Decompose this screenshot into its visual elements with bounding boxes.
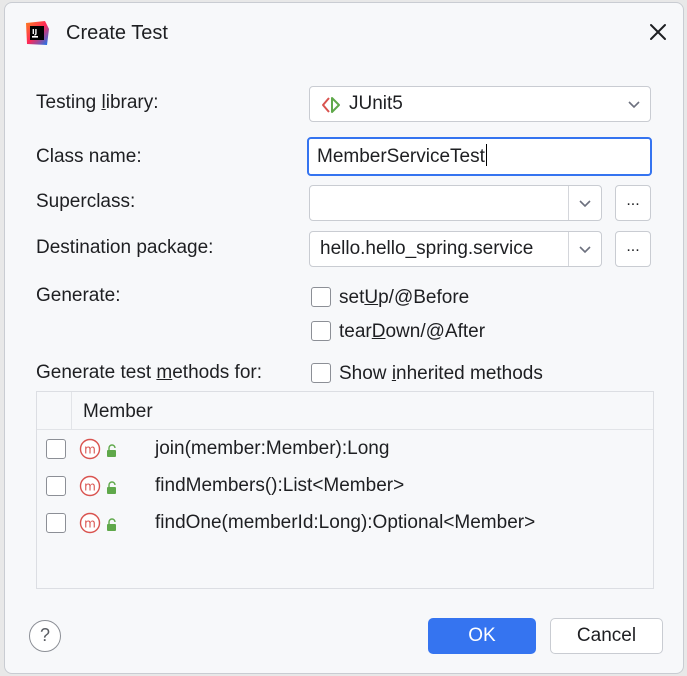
chevron-down-icon: [626, 97, 642, 113]
class-name-label: Class name:: [36, 146, 142, 167]
teardown-after-label[interactable]: tearDown/@After: [339, 321, 485, 343]
class-name-value: MemberServiceTest: [317, 146, 485, 167]
chevron-down-icon[interactable]: [577, 196, 593, 212]
junit-icon: [320, 96, 344, 114]
destination-package-browse-button[interactable]: ...: [615, 231, 651, 267]
superclass-label: Superclass:: [36, 191, 136, 212]
methods-table: Member m join(member:Member):Long m find…: [36, 391, 654, 589]
svg-text:m: m: [84, 517, 96, 531]
unlocked-icon: [105, 442, 119, 457]
table-row[interactable]: m join(member:Member):Long: [37, 431, 653, 468]
testing-library-dropdown[interactable]: JUnit5: [309, 86, 651, 122]
method-checkbox[interactable]: [46, 476, 66, 496]
show-inherited-checkbox[interactable]: [311, 363, 331, 383]
testing-library-value: JUnit5: [349, 93, 403, 114]
unlocked-icon: [105, 479, 119, 494]
combo-divider: [568, 186, 569, 220]
show-inherited-label[interactable]: Show inherited methods: [339, 363, 543, 385]
close-icon[interactable]: [645, 19, 671, 45]
combo-divider: [568, 232, 569, 266]
generate-label: Generate:: [36, 285, 121, 306]
destination-package-label: Destination package:: [36, 237, 214, 258]
method-icon: m: [79, 438, 101, 460]
dialog-title: Create Test: [66, 22, 168, 44]
method-checkbox[interactable]: [46, 439, 66, 459]
table-header: Member: [37, 392, 653, 430]
column-header-member[interactable]: Member: [83, 401, 153, 423]
generate-methods-label: Generate test methods for:: [36, 362, 263, 383]
testing-library-label: Testing library:: [36, 92, 159, 113]
method-signature: findOne(memberId:Long):Optional<Member>: [155, 512, 536, 533]
svg-text:m: m: [84, 480, 96, 494]
ok-button[interactable]: OK: [428, 618, 536, 654]
table-row[interactable]: m findMembers():List<Member>: [37, 468, 653, 505]
method-icon: m: [79, 475, 101, 497]
method-signature: findMembers():List<Member>: [155, 475, 405, 496]
table-row[interactable]: m findOne(memberId:Long):Optional<Member…: [37, 505, 653, 542]
destination-package-value: hello.hello_spring.service: [320, 238, 534, 259]
method-icon: m: [79, 512, 101, 534]
unlocked-icon: [105, 516, 119, 531]
chevron-down-icon[interactable]: [577, 242, 593, 258]
superclass-combo[interactable]: [309, 185, 602, 221]
create-test-dialog: IJ Create Test Testing library: JUnit5 C…: [4, 2, 684, 674]
method-checkbox[interactable]: [46, 513, 66, 533]
method-signature: join(member:Member):Long: [155, 438, 390, 459]
class-name-input[interactable]: MemberServiceTest: [307, 137, 652, 176]
svg-text:IJ: IJ: [32, 28, 37, 36]
teardown-after-checkbox[interactable]: [311, 321, 331, 341]
destination-package-combo[interactable]: hello.hello_spring.service: [309, 231, 602, 267]
cancel-button[interactable]: Cancel: [550, 618, 663, 654]
superclass-browse-button[interactable]: ...: [615, 185, 651, 221]
setup-before-label[interactable]: setUp/@Before: [339, 287, 469, 309]
text-caret: [485, 144, 487, 166]
help-button[interactable]: ?: [29, 620, 61, 652]
intellij-idea-icon: IJ: [23, 19, 51, 47]
column-divider: [71, 392, 72, 429]
svg-text:m: m: [84, 443, 96, 457]
setup-before-checkbox[interactable]: [311, 287, 331, 307]
